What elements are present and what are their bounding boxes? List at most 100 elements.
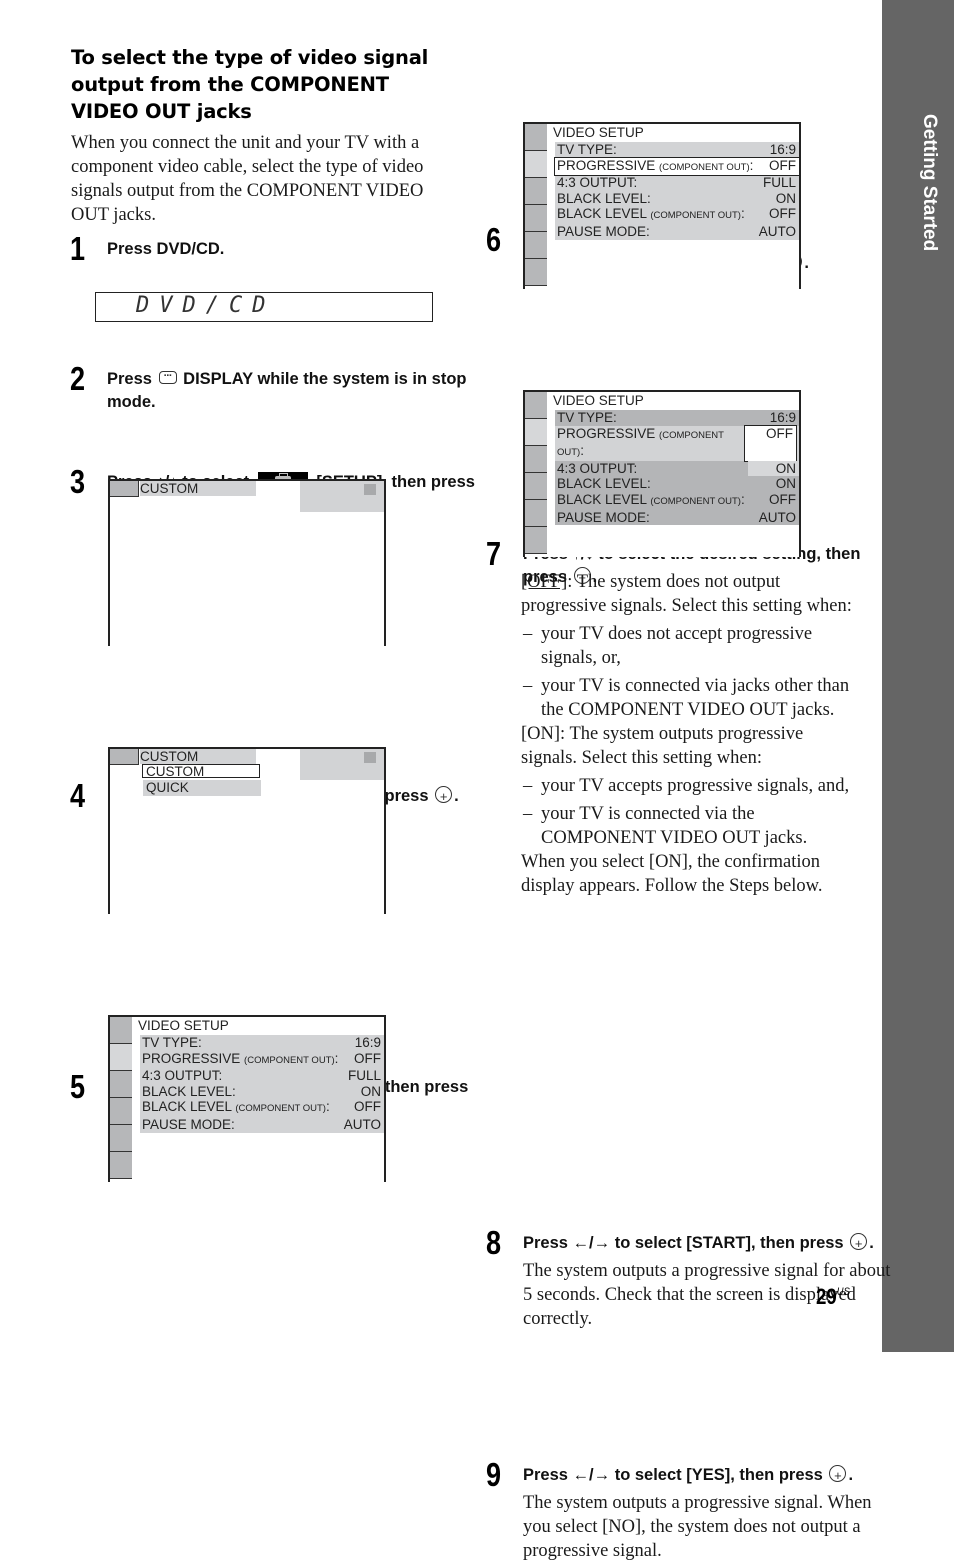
row-label: BLACK LEVEL xyxy=(557,206,647,222)
row-sublabel: (COMPONENT OUT) xyxy=(650,495,741,507)
row-label: 4:3 OUTPUT: xyxy=(557,175,638,191)
row-label: TV TYPE: xyxy=(557,142,617,157)
on-setting-text: [ON]: The system outputs progressive sig… xyxy=(521,724,804,768)
step-number: 8 xyxy=(486,1224,502,1261)
row-label: BLACK LEVEL: xyxy=(557,476,651,492)
period: . xyxy=(848,1466,854,1484)
setting-explanation: [OFF]: The system does not output progre… xyxy=(521,570,861,898)
osd-tab-icon xyxy=(110,481,139,497)
osd-row-progressive[interactable]: PROGRESSIVE (COMPONENT OUT): OFF xyxy=(140,1051,384,1069)
step-number: 2 xyxy=(70,360,86,397)
off-setting-text: : The system does not output progressive… xyxy=(521,572,852,616)
section-intro: When you connect the unit and your TV wi… xyxy=(71,133,424,225)
off-condition-item: your TV does not accept progressive sign… xyxy=(521,622,861,670)
osd-row-43-output[interactable]: 4:3 OUTPUT: FULL xyxy=(555,175,799,191)
lcd-text: DVD/CD xyxy=(136,293,276,318)
osd-tab xyxy=(525,259,547,286)
osd-row-pause-mode[interactable]: PAUSE MODE: AUTO xyxy=(555,224,799,240)
step-8: 8 Press ←/→ to select [START], then pres… xyxy=(486,1224,893,1331)
step-1: 1 Press DVD/CD. xyxy=(70,230,477,267)
left-column: To select the type of video signal outpu… xyxy=(71,44,441,227)
step-9: 9 Press ←/→ to select [YES], then press … xyxy=(486,1456,893,1563)
osd-tab xyxy=(525,205,547,232)
row-sublabel: (COMPONENT OUT) xyxy=(235,1103,326,1115)
osd-row-black-level[interactable]: BLACK LEVEL: ON xyxy=(555,191,799,207)
row-value: OFF xyxy=(354,1050,381,1066)
step-result: The system outputs a progressive signal.… xyxy=(523,1493,872,1561)
step-instruction-pre: Press ←/→ to select [YES], then press xyxy=(523,1466,823,1484)
osd-video-setup-step6: VIDEO SETUP TV TYPE: 16:9 PROGRESSIVE (CO… xyxy=(523,122,801,289)
osd-tab xyxy=(525,178,547,205)
row-sublabel: (COMPONENT OUT) xyxy=(244,1054,335,1066)
enter-button-icon xyxy=(829,1464,847,1487)
osd-settings-list: TV TYPE: 16:9 PROGRESSIVE (COMPONENT OUT)… xyxy=(554,142,800,240)
osd-video-setup-step5: VIDEO SETUP TV TYPE: 16:9 PROGRESSIVE (CO… xyxy=(108,1015,386,1182)
row-value: FULL xyxy=(347,1068,381,1084)
option-off-selected[interactable]: OFF xyxy=(744,424,797,462)
off-setting-label: [OFF] xyxy=(521,572,568,592)
row-label: PAUSE MODE: xyxy=(557,509,650,525)
osd-option-quick[interactable]: QUICK xyxy=(143,780,261,796)
row-label: BLACK LEVEL xyxy=(557,491,647,507)
row-label: BLACK LEVEL xyxy=(142,1099,232,1115)
row-value: FULL xyxy=(762,175,796,191)
off-condition-item: your TV is connected via jacks other tha… xyxy=(521,674,861,722)
osd-menu-label: CUSTOM xyxy=(140,481,256,496)
osd-title: VIDEO SETUP xyxy=(553,393,644,408)
osd-row-tv-type[interactable]: TV TYPE: 16:9 xyxy=(140,1035,384,1051)
osd-row-progressive[interactable]: PROGRESSIVE (COMPONENT OUT): OFF xyxy=(555,424,799,462)
osd-row-tv-type[interactable]: TV TYPE: 16:9 xyxy=(555,410,799,426)
step-number: 7 xyxy=(486,535,502,572)
osd-row-43-output[interactable]: 4:3 OUTPUT: ON xyxy=(555,460,799,477)
osd-row-black-level[interactable]: BLACK LEVEL: ON xyxy=(555,476,799,492)
osd-tab-active xyxy=(110,1044,132,1071)
chapter-label: Getting Started xyxy=(919,114,940,252)
osd-row-black-level[interactable]: BLACK LEVEL: ON xyxy=(140,1084,384,1100)
row-value: AUTO xyxy=(343,1116,381,1132)
row-value: OFF xyxy=(769,157,796,173)
row-label: PAUSE MODE: xyxy=(557,223,650,239)
step-number: 9 xyxy=(486,1456,502,1493)
row-value: OFF xyxy=(769,206,796,222)
osd-row-tv-type[interactable]: TV TYPE: 16:9 xyxy=(555,142,799,158)
step-number: 3 xyxy=(70,463,86,500)
row-value: OFF xyxy=(769,491,796,507)
row-label: PAUSE MODE: xyxy=(142,1116,235,1132)
osd-row-pause-mode[interactable]: PAUSE MODE: AUTO xyxy=(555,510,799,526)
row-sublabel: (COMPONENT OUT) xyxy=(650,210,741,222)
step-2: 2 Press DISPLAY while the system is in s… xyxy=(70,360,477,414)
period: . xyxy=(804,254,809,272)
osd-option-custom[interactable]: CUSTOM xyxy=(142,764,260,779)
row-label: PROGRESSIVE xyxy=(557,157,656,173)
option-on[interactable]: ON xyxy=(748,460,799,477)
osd-row-43-output[interactable]: 4:3 OUTPUT: FULL xyxy=(140,1068,384,1084)
osd-settings-list: TV TYPE: 16:9 PROGRESSIVE (COMPONENT OUT)… xyxy=(555,410,799,526)
osd-row-black-level-component[interactable]: BLACK LEVEL (COMPONENT OUT): OFF xyxy=(555,492,799,510)
osd-row-black-level-component[interactable]: BLACK LEVEL (COMPONENT OUT): OFF xyxy=(140,1099,384,1117)
page-number-value: 29 xyxy=(816,1284,837,1309)
osd-row-black-level-component[interactable]: BLACK LEVEL (COMPONENT OUT): OFF xyxy=(555,206,799,224)
row-value: 16:9 xyxy=(354,1035,381,1050)
row-sublabel: (COMPONENT OUT) xyxy=(659,161,750,173)
period: . xyxy=(454,787,459,805)
row-label: 4:3 OUTPUT: xyxy=(557,460,638,476)
row-label: 4:3 OUTPUT: xyxy=(142,1068,223,1084)
row-value: AUTO xyxy=(758,509,796,525)
osd-custom-screen: CUSTOM CUSTOM QUICK xyxy=(108,747,386,914)
osd-settings-list: TV TYPE: 16:9 PROGRESSIVE (COMPONENT OUT)… xyxy=(140,1035,384,1133)
osd-title: VIDEO SETUP xyxy=(138,1018,229,1033)
display-button-icon xyxy=(158,365,177,388)
period: . xyxy=(869,1234,874,1252)
osd-side-tabs xyxy=(525,392,547,554)
front-panel-display: DVD/CD xyxy=(95,292,433,322)
osd-tab xyxy=(110,1125,132,1152)
osd-row-progressive-selected[interactable]: PROGRESSIVE (COMPONENT OUT): OFF xyxy=(554,156,800,177)
osd-tab xyxy=(110,1152,132,1179)
row-value: AUTO xyxy=(758,223,796,239)
enter-button-icon xyxy=(435,785,453,808)
osd-tab xyxy=(525,527,547,554)
osd-row-pause-mode[interactable]: PAUSE MODE: AUTO xyxy=(140,1117,384,1133)
page-region-suffix: US xyxy=(836,1286,850,1298)
osd-tab-active xyxy=(525,151,547,178)
osd-setup-screen: CUSTOM xyxy=(108,479,386,646)
